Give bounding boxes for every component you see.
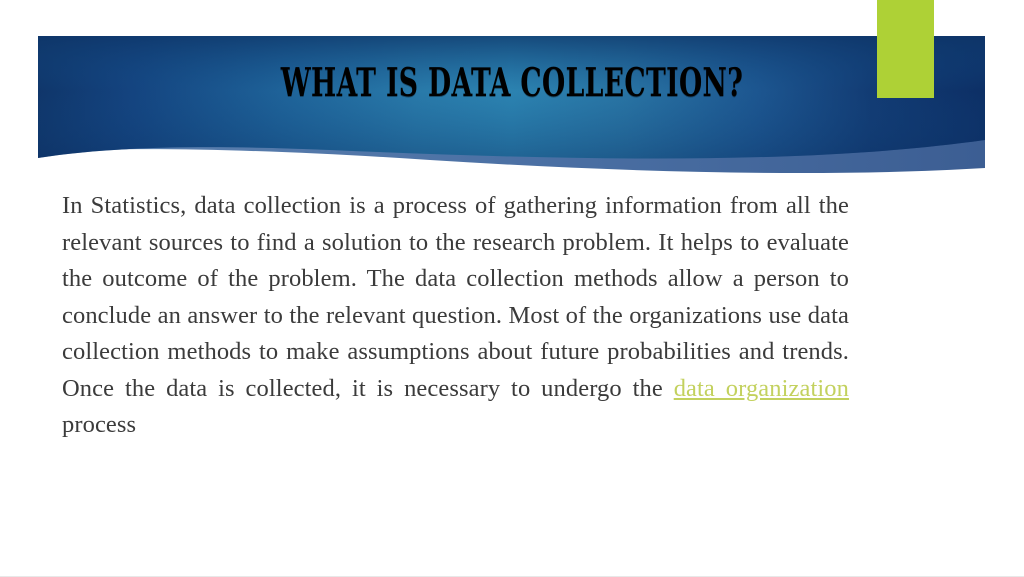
presentation-slide: WHAT IS DATA COLLECTION? In Statistics, …: [0, 0, 1024, 577]
body-text-block: In Statistics, data collection is a proc…: [62, 188, 849, 480]
body-text-part2: process: [62, 411, 137, 438]
body-paragraph: In Statistics, data collection is a proc…: [62, 188, 849, 480]
data-organization-link[interactable]: data organization: [674, 375, 849, 402]
green-accent-bar: [877, 0, 934, 98]
page-title: WHAT IS DATA COLLECTION?: [280, 58, 744, 106]
body-text-part1: In Statistics, data collection is a proc…: [62, 192, 849, 402]
